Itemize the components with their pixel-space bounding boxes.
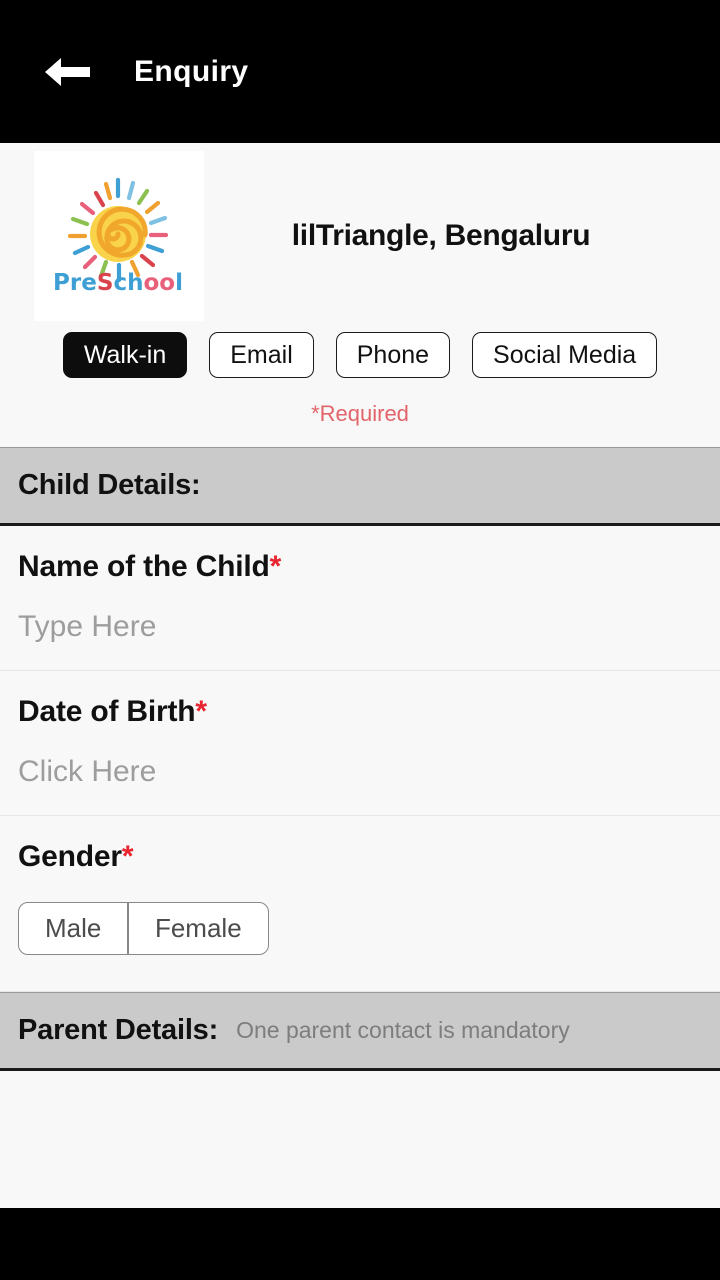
gender-option-female[interactable]: Female — [129, 903, 268, 954]
source-option-social-media[interactable]: Social Media — [472, 332, 658, 378]
source-option-walkin[interactable]: Walk-in — [62, 332, 188, 378]
section-title-parent: Parent Details: — [18, 1014, 219, 1046]
back-button[interactable] — [38, 49, 96, 95]
input-child-dob[interactable]: Click Here — [18, 755, 702, 789]
field-child-dob: Date of Birth* Click Here — [0, 671, 720, 816]
label-child-name: Name of the Child* — [18, 550, 702, 584]
page-title: Enquiry — [134, 54, 249, 88]
arrow-left-icon — [45, 57, 90, 86]
enquiry-form: PreSchool lilTriangle, Bengaluru Walk-in… — [0, 143, 720, 1208]
school-header: PreSchool lilTriangle, Bengaluru — [0, 143, 720, 328]
app-screen: Enquiry PreSchool lilTriangle, Bengaluru… — [0, 0, 720, 1280]
field-child-gender: Gender* Male Female — [0, 816, 720, 992]
gender-option-male[interactable]: Male — [19, 903, 127, 954]
required-asterisk-gender: * — [121, 840, 134, 873]
school-logo: PreSchool — [34, 150, 204, 321]
preschool-sun-logo-icon: PreSchool — [54, 177, 183, 296]
section-hint-parent: One parent contact is mandatory — [236, 1017, 570, 1043]
section-header-parent-details: Parent Details: One parent contact is ma… — [0, 992, 720, 1071]
label-child-gender: Gender* — [18, 840, 702, 874]
required-note: *Required — [311, 401, 409, 426]
school-name: lilTriangle, Bengaluru — [291, 218, 591, 252]
section-header-child-details: Child Details: — [0, 447, 720, 526]
app-bar: Enquiry — [0, 0, 720, 143]
enquiry-source-options: Walk-in Email Phone Social Media — [0, 328, 720, 378]
input-child-name[interactable]: Type Here — [18, 610, 702, 644]
source-option-phone[interactable]: Phone — [335, 332, 451, 378]
required-asterisk-name: * — [269, 550, 282, 583]
label-child-gender-text: Gender — [18, 840, 122, 873]
label-child-name-text: Name of the Child — [18, 550, 270, 583]
svg-text:PreSchool: PreSchool — [54, 270, 183, 296]
field-child-name: Name of the Child* Type Here — [0, 526, 720, 671]
label-child-dob-text: Date of Birth — [18, 695, 196, 728]
required-asterisk-dob: * — [195, 695, 207, 728]
section-title-child: Child Details: — [18, 469, 201, 501]
gender-toggle: Male Female — [18, 902, 269, 955]
label-child-dob: Date of Birth* — [18, 695, 702, 729]
source-option-email[interactable]: Email — [209, 332, 314, 378]
bottom-nav-bar — [0, 1208, 720, 1280]
